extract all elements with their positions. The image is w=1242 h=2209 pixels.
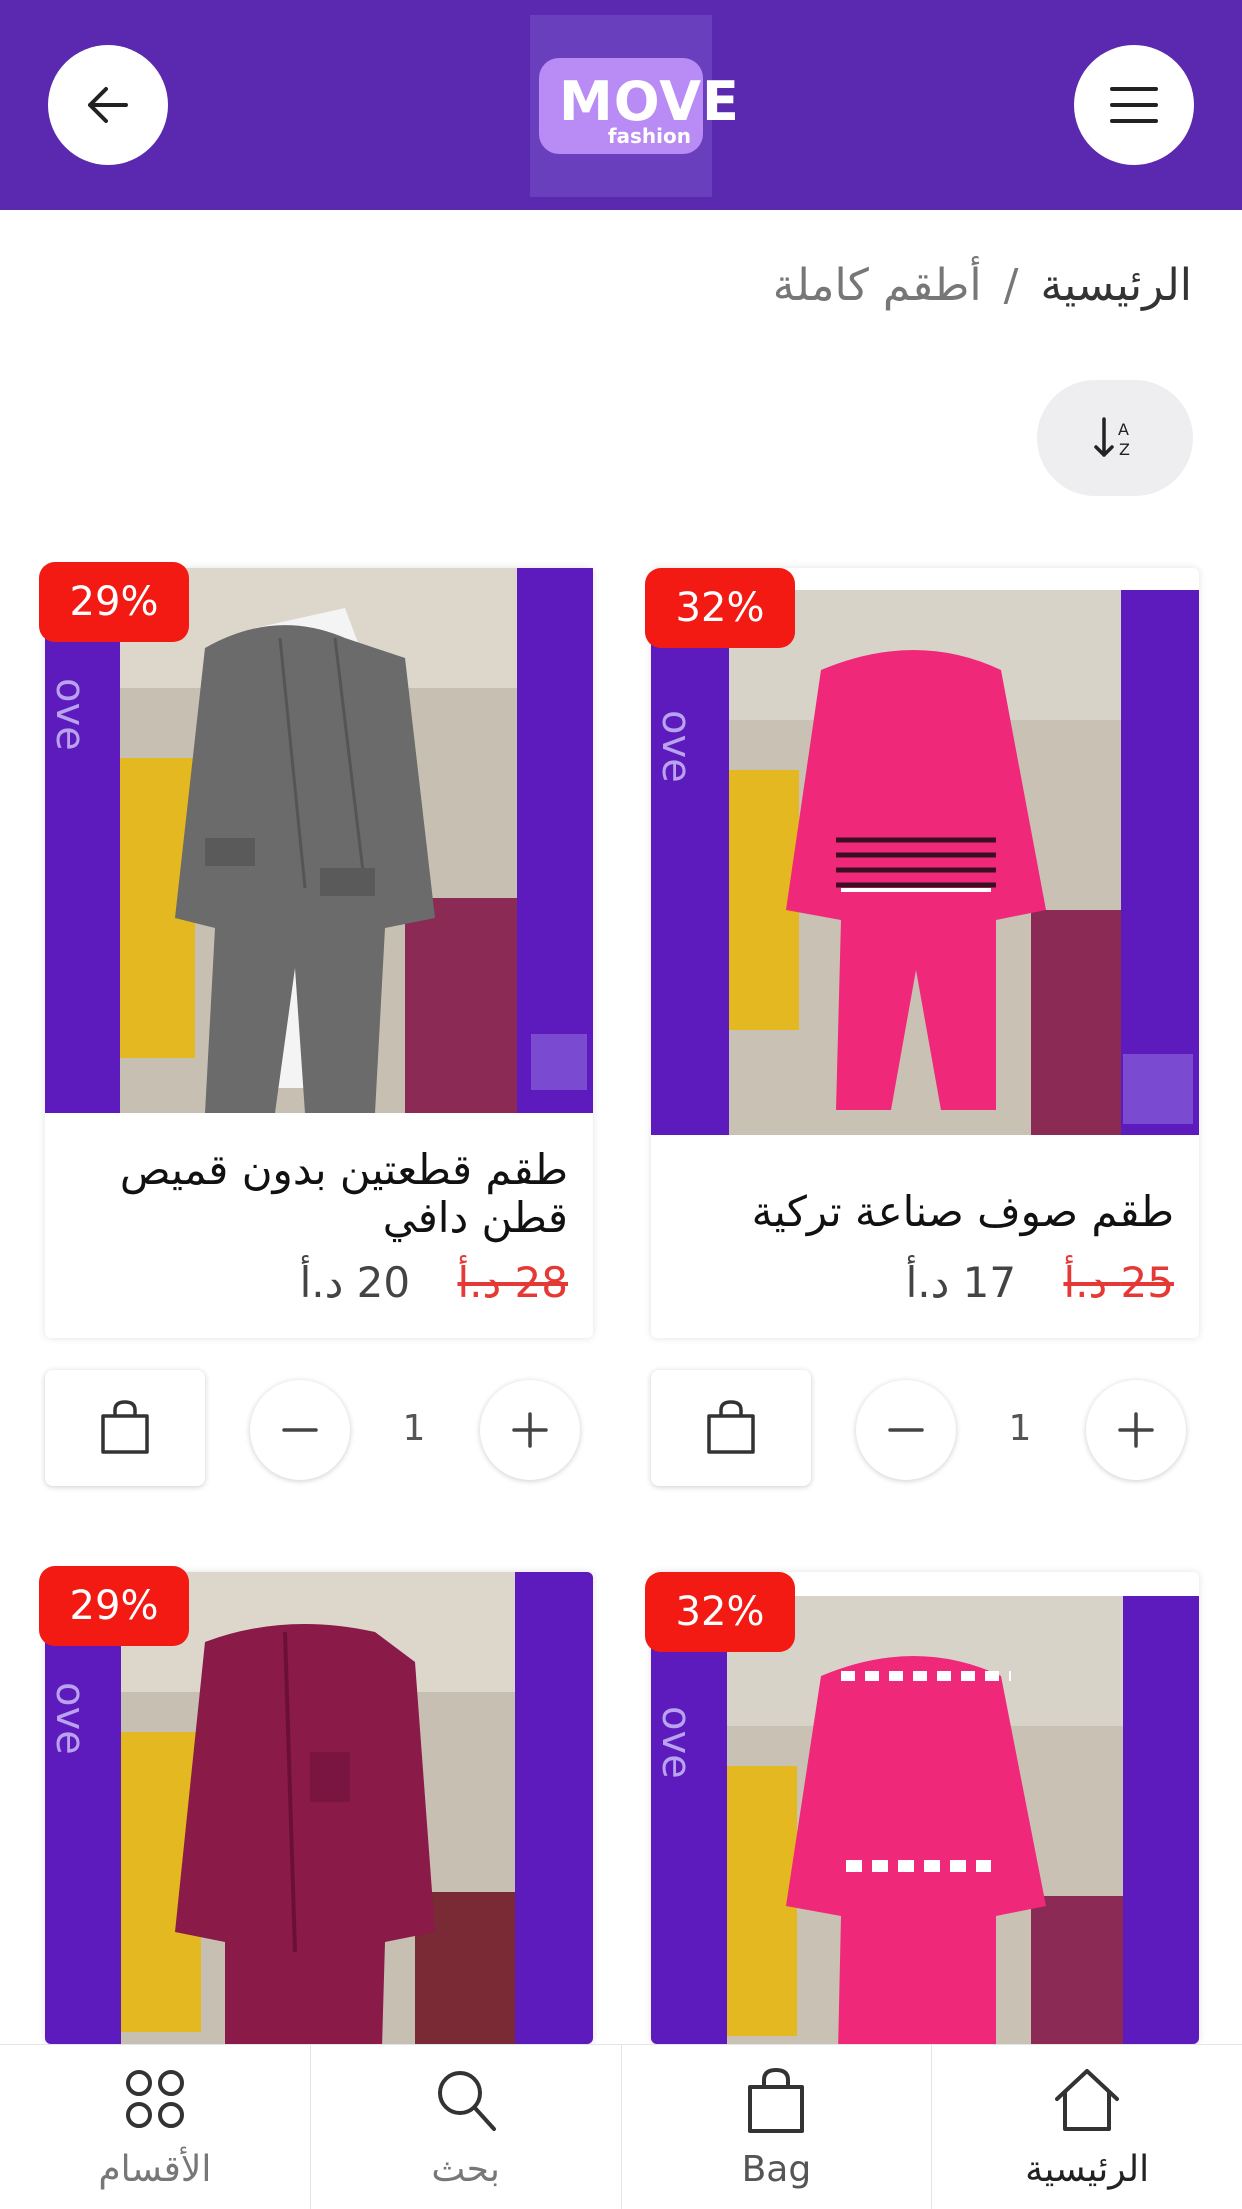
product-image[interactable]: ove [651,590,1199,1135]
quantity-value: 1 [1008,1408,1032,1449]
product-title[interactable]: طقم قطعتين بدون قميص قطن دافي [68,1146,568,1242]
product-title[interactable]: طقم صوف صناعة تركية [752,1188,1174,1236]
breadcrumb-current: أطقم كاملة [772,260,982,311]
bottom-nav: الأقسام بحث Bag الرئيسية [0,2044,1242,2209]
minus-icon [282,1428,318,1432]
nav-bag[interactable]: Bag [620,2045,932,2209]
svg-text:Z: Z [1119,440,1130,459]
breadcrumb-home[interactable]: الرئيسية [1040,260,1192,311]
product-image[interactable]: ove [651,1596,1199,2044]
logo-subtext: fashion [607,124,691,148]
discount-badge: 29% [39,562,189,642]
price-row: 25 د.أ 17 د.أ [906,1258,1174,1307]
categories-grid-icon [125,2070,184,2128]
hamburger-menu-icon [1110,87,1158,123]
add-to-bag-button[interactable] [651,1370,811,1486]
minus-icon [888,1428,924,1432]
plus-icon [512,1412,548,1448]
arrow-left-icon [88,87,128,123]
brand-logo[interactable]: MOVE fashion [530,15,739,197]
old-price: 25 د.أ [1063,1258,1174,1307]
svg-text:ove: ove [653,1706,699,1779]
search-icon [437,2071,496,2131]
svg-text:A: A [1118,420,1129,439]
product-card[interactable]: ove طقم قطعتين بدون قميص قطن دافي 28 د.أ… [45,568,593,1338]
nav-home[interactable]: الرئيسية [931,2045,1242,2209]
quantity-value: 1 [402,1408,426,1449]
new-price: 17 د.أ [905,1258,1017,1307]
discount-badge: 32% [645,1572,795,1652]
nav-label: بحث [431,2149,500,2190]
nav-label: Bag [741,2149,812,2190]
sort-button[interactable]: A Z [1037,380,1193,496]
back-button[interactable] [48,45,168,165]
bag-icon [101,1400,149,1454]
decrease-quantity-button[interactable] [856,1380,956,1480]
nav-categories[interactable]: الأقسام [0,2045,310,2209]
sort-az-icon: A Z [1094,417,1130,459]
product-card[interactable]: ove طقم صوف صناعة تركية 25 د.أ 17 د.أ [651,568,1199,1338]
product-image[interactable]: ove [45,568,593,1113]
app-header: MOVE fashion [0,0,1242,210]
svg-text:ove: ove [653,710,699,783]
price-row: 28 د.أ 20 د.أ [300,1258,568,1307]
increase-quantity-button[interactable] [480,1380,580,1480]
plus-icon [1118,1412,1154,1448]
breadcrumb: الرئيسية / أطقم كاملة [773,260,1192,311]
add-to-bag-button[interactable] [45,1370,205,1486]
svg-text:ove: ove [47,678,93,751]
menu-button[interactable] [1074,45,1194,165]
bag-icon [748,2067,805,2133]
decrease-quantity-button[interactable] [250,1380,350,1480]
nav-label: الرئيسية [1025,2149,1150,2190]
increase-quantity-button[interactable] [1086,1380,1186,1480]
breadcrumb-separator: / [1003,260,1019,311]
nav-search[interactable]: بحث [309,2045,621,2209]
svg-text:ove: ove [47,1682,93,1755]
old-price: 28 د.أ [457,1258,568,1307]
new-price: 20 د.أ [299,1258,411,1307]
bag-icon [707,1400,755,1454]
nav-label: الأقسام [98,2149,212,2190]
discount-badge: 29% [39,1566,189,1646]
logo-pill: MOVE fashion [539,58,739,154]
discount-badge: 32% [645,568,795,648]
home-icon [1055,2069,1120,2131]
